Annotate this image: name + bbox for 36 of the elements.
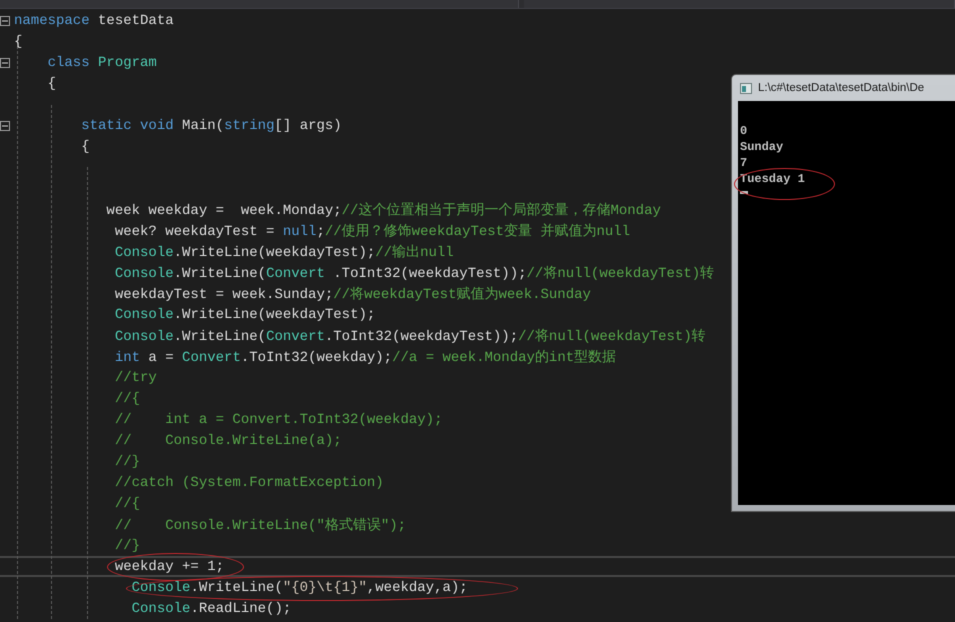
code-line: //} <box>114 538 140 554</box>
code-line: namespace tesetData <box>14 12 174 28</box>
code-line: int a = Convert.ToInt32(weekday);//a = week.Monday的int型数据 <box>114 350 616 366</box>
code-line: { <box>46 76 56 92</box>
code-line: Console.WriteLine(weekdayTest); <box>114 306 376 322</box>
code-line: // Console.WriteLine("格式错误"); <box>114 518 406 534</box>
code-line: Console.ReadLine(); <box>130 600 292 616</box>
code-line: weekday += 1; <box>114 558 224 574</box>
console-icon <box>740 82 752 94</box>
code-line: static void Main(string[] args) <box>80 118 342 134</box>
console-output-line: Sunday <box>740 140 784 154</box>
window-title: L:\c#\tesetData\tesetData\bin\De <box>758 82 924 94</box>
code-line: week? weekdayTest = null;//使用？修饰weekdayTest变量 并赋值为null <box>114 224 630 240</box>
console-output-line: 7 <box>740 156 748 170</box>
code-line: // int a = Convert.ToInt32(weekday); <box>114 412 442 428</box>
code-line: weekdayTest = week.Sunday;//将weekdayTest赋值为week.Sunday <box>114 286 591 302</box>
code-line: Console.WriteLine(weekdayTest);//输出null <box>114 244 454 260</box>
code-line: { <box>80 138 90 154</box>
code-line: //} <box>114 454 140 470</box>
collapse-icon[interactable] <box>0 16 10 26</box>
code-line: Console.WriteLine(Convert .ToInt32(weekdayTest));//将null(weekdayTest)转 <box>114 266 714 282</box>
collapse-icon[interactable] <box>0 58 10 68</box>
code-line: //{ <box>114 496 140 512</box>
code-line: week weekday = week.Monday;//这个位置相当于声明一个局部变量，存储Monday <box>105 202 661 218</box>
code-line: //{ <box>114 390 140 406</box>
code-line: // Console.WriteLine(a); <box>114 432 342 448</box>
code-line: Console.WriteLine(Convert.ToInt32(weekdayTest));//将null(weekdayTest)转 <box>114 328 706 344</box>
code-line: //try <box>114 370 157 386</box>
console-output-line: 0 <box>740 124 748 138</box>
code-line: class Program <box>46 54 157 70</box>
code-line: //catch (System.FormatException) <box>114 474 384 490</box>
console-output-line: Tuesday 1 <box>740 172 805 186</box>
code-line: Console.WriteLine("{0}\t{1}",weekday,a); <box>130 580 468 596</box>
text-cursor <box>740 191 748 194</box>
code-line: { <box>14 34 22 50</box>
collapse-icon[interactable] <box>0 120 10 130</box>
